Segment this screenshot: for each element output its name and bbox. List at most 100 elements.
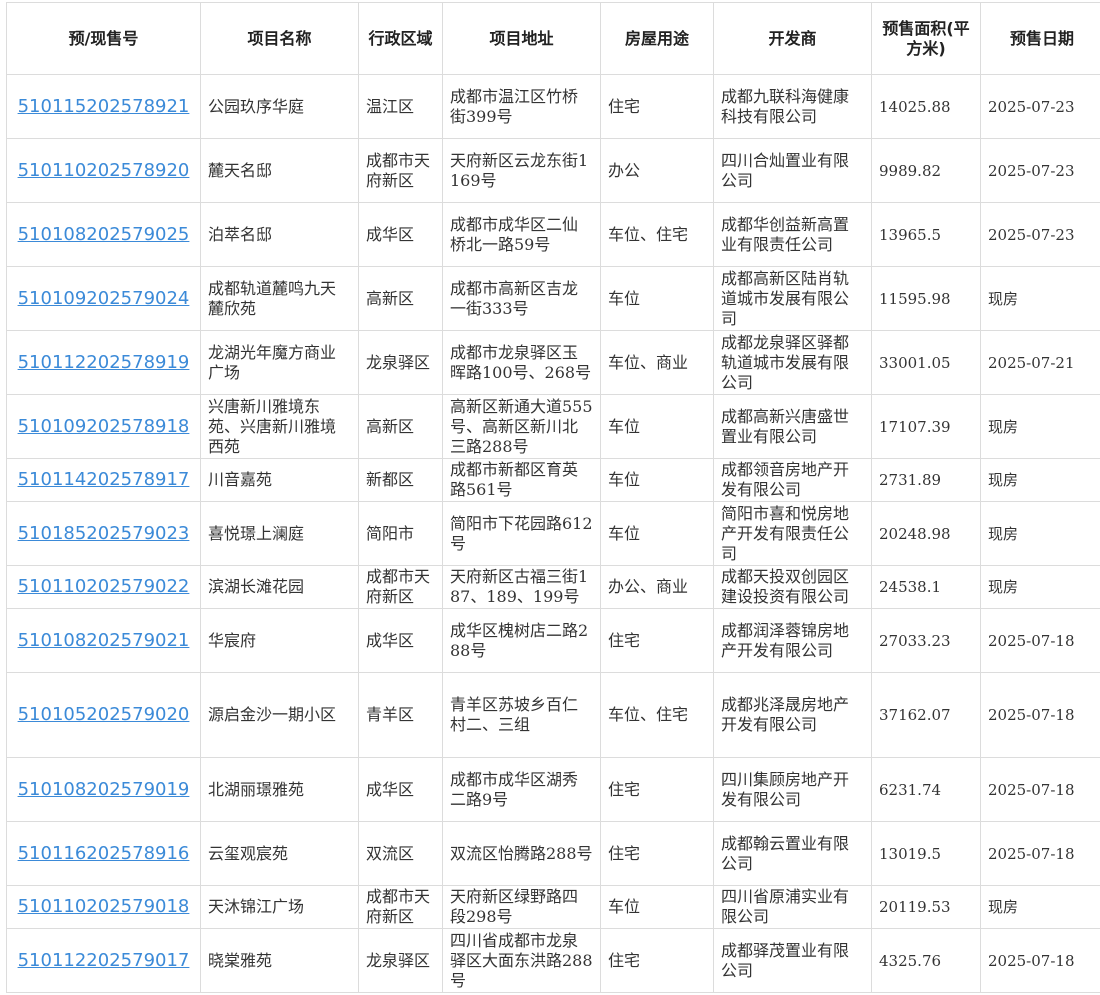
code-cell: 510108202579025 xyxy=(6,202,201,267)
district-cell: 简阳市 xyxy=(358,501,443,566)
address-cell: 成都市高新区吉龙一街333号 xyxy=(442,266,601,331)
code-cell: 510112202578919 xyxy=(6,330,201,395)
presale-code-link[interactable]: 510112202579017 xyxy=(18,950,190,971)
developer-cell: 四川省原浦实业有限公司 xyxy=(713,885,872,929)
district-cell: 成华区 xyxy=(358,757,443,822)
use-cell: 车位 xyxy=(600,501,714,566)
developer-cell: 成都兆泽晟房地产开发有限公司 xyxy=(713,672,872,758)
use-cell: 车位 xyxy=(600,394,714,459)
table-row: 510110202579018 天沐锦江广场 成都市天府新区 天府新区绿野路四段… xyxy=(6,885,1100,929)
address-cell: 天府新区古福三街187、189、199号 xyxy=(442,565,601,609)
area-cell: 27033.23 xyxy=(871,608,981,673)
developer-cell: 成都九联科海健康科技有限公司 xyxy=(713,74,872,139)
district-cell: 高新区 xyxy=(358,266,443,331)
presale-code-link[interactable]: 510110202578920 xyxy=(18,160,190,181)
district-cell: 成华区 xyxy=(358,608,443,673)
address-cell: 天府新区绿野路四段298号 xyxy=(442,885,601,929)
header-address: 项目地址 xyxy=(442,2,601,75)
use-cell: 住宅 xyxy=(600,757,714,822)
header-developer: 开发商 xyxy=(713,2,872,75)
area-cell: 13965.5 xyxy=(871,202,981,267)
presale-code-link[interactable]: 510110202579018 xyxy=(18,896,190,917)
code-cell: 510115202578921 xyxy=(6,74,201,139)
use-cell: 住宅 xyxy=(600,928,714,993)
presale-code-link[interactable]: 510108202579025 xyxy=(18,224,190,245)
address-cell: 四川省成都市龙泉驿区大面东洪路288号 xyxy=(442,928,601,993)
code-cell: 510116202578916 xyxy=(6,821,201,886)
presale-code-link[interactable]: 510112202578919 xyxy=(18,352,190,373)
presale-code-link[interactable]: 510110202579022 xyxy=(18,576,190,597)
date-cell: 现房 xyxy=(980,501,1100,566)
name-cell: 北湖丽璟雅苑 xyxy=(200,757,359,822)
code-cell: 510112202579017 xyxy=(6,928,201,993)
area-cell: 9989.82 xyxy=(871,138,981,203)
table-row: 510108202579021 华宸府 成华区 成华区槐树店二路288号 住宅 … xyxy=(6,608,1100,673)
name-cell: 云玺观宸苑 xyxy=(200,821,359,886)
table-row: 510114202578917 川音嘉苑 新都区 成都市新都区育英路561号 车… xyxy=(6,458,1100,502)
address-cell: 成都市新都区育英路561号 xyxy=(442,458,601,502)
date-cell: 2025-07-18 xyxy=(980,608,1100,673)
address-cell: 高新区新通大道555号、高新区新川北三路288号 xyxy=(442,394,601,459)
header-row: 预/现售号 项目名称 行政区域 项目地址 房屋用途 开发商 预售面积(平方米) … xyxy=(6,2,1100,75)
table-row: 510108202579025 泊萃名邸 成华区 成都市成华区二仙桥北一路59号… xyxy=(6,202,1100,267)
presale-code-link[interactable]: 510185202579023 xyxy=(18,523,190,544)
name-cell: 泊萃名邸 xyxy=(200,202,359,267)
address-cell: 成都市成华区二仙桥北一路59号 xyxy=(442,202,601,267)
table-row: 510110202579022 滨湖长滩花园 成都市天府新区 天府新区古福三街1… xyxy=(6,565,1100,609)
name-cell: 源启金沙一期小区 xyxy=(200,672,359,758)
table-row: 510112202578919 龙湖光年魔方商业广场 龙泉驿区 成都市龙泉驿区玉… xyxy=(6,330,1100,395)
developer-cell: 四川集顾房地产开发有限公司 xyxy=(713,757,872,822)
name-cell: 喜悦璟上澜庭 xyxy=(200,501,359,566)
date-cell: 2025-07-21 xyxy=(980,330,1100,395)
address-cell: 成华区槐树店二路288号 xyxy=(442,608,601,673)
name-cell: 川音嘉苑 xyxy=(200,458,359,502)
developer-cell: 简阳市喜和悦房地产开发有限责任公司 xyxy=(713,501,872,566)
presale-code-link[interactable]: 510114202578917 xyxy=(18,469,190,490)
table-row: 510185202579023 喜悦璟上澜庭 简阳市 简阳市下花园路612号 车… xyxy=(6,501,1100,566)
presale-code-link[interactable]: 510109202579024 xyxy=(18,288,190,309)
developer-cell: 成都华创益新高置业有限责任公司 xyxy=(713,202,872,267)
use-cell: 办公 xyxy=(600,138,714,203)
address-cell: 成都市温江区竹桥街399号 xyxy=(442,74,601,139)
name-cell: 兴唐新川雅境东苑、兴唐新川雅境西苑 xyxy=(200,394,359,459)
presale-code-link[interactable]: 510108202579019 xyxy=(18,779,190,800)
presale-code-link[interactable]: 510116202578916 xyxy=(18,843,190,864)
code-cell: 510108202579019 xyxy=(6,757,201,822)
table-row: 510112202579017 晓棠雅苑 龙泉驿区 四川省成都市龙泉驿区大面东洪… xyxy=(6,928,1100,993)
area-cell: 17107.39 xyxy=(871,394,981,459)
area-cell: 2731.89 xyxy=(871,458,981,502)
date-cell: 2025-07-23 xyxy=(980,74,1100,139)
presale-code-link[interactable]: 510108202579021 xyxy=(18,630,190,651)
address-cell: 成都市成华区湖秀二路9号 xyxy=(442,757,601,822)
header-name: 项目名称 xyxy=(200,2,359,75)
district-cell: 成都市天府新区 xyxy=(358,138,443,203)
name-cell: 麓天名邸 xyxy=(200,138,359,203)
name-cell: 华宸府 xyxy=(200,608,359,673)
district-cell: 成都市天府新区 xyxy=(358,565,443,609)
header-date: 预售日期 xyxy=(980,2,1100,75)
name-cell: 成都轨道麓鸣九天麓欣苑 xyxy=(200,266,359,331)
date-cell: 现房 xyxy=(980,885,1100,929)
area-cell: 33001.05 xyxy=(871,330,981,395)
presale-code-link[interactable]: 510105202579020 xyxy=(18,704,190,725)
use-cell: 车位 xyxy=(600,885,714,929)
developer-cell: 成都驿茂置业有限公司 xyxy=(713,928,872,993)
district-cell: 成都市天府新区 xyxy=(358,885,443,929)
use-cell: 车位、商业 xyxy=(600,330,714,395)
name-cell: 天沐锦江广场 xyxy=(200,885,359,929)
area-cell: 13019.5 xyxy=(871,821,981,886)
district-cell: 成华区 xyxy=(358,202,443,267)
name-cell: 晓棠雅苑 xyxy=(200,928,359,993)
presale-code-link[interactable]: 510109202578918 xyxy=(18,416,190,437)
code-cell: 510110202579022 xyxy=(6,565,201,609)
area-cell: 14025.88 xyxy=(871,74,981,139)
code-cell: 510114202578917 xyxy=(6,458,201,502)
name-cell: 滨湖长滩花园 xyxy=(200,565,359,609)
date-cell: 现房 xyxy=(980,394,1100,459)
developer-cell: 成都龙泉驿区驿都轨道城市发展有限公司 xyxy=(713,330,872,395)
code-cell: 510109202579024 xyxy=(6,266,201,331)
use-cell: 车位、住宅 xyxy=(600,202,714,267)
district-cell: 新都区 xyxy=(358,458,443,502)
presale-code-link[interactable]: 510115202578921 xyxy=(18,96,190,117)
use-cell: 住宅 xyxy=(600,74,714,139)
